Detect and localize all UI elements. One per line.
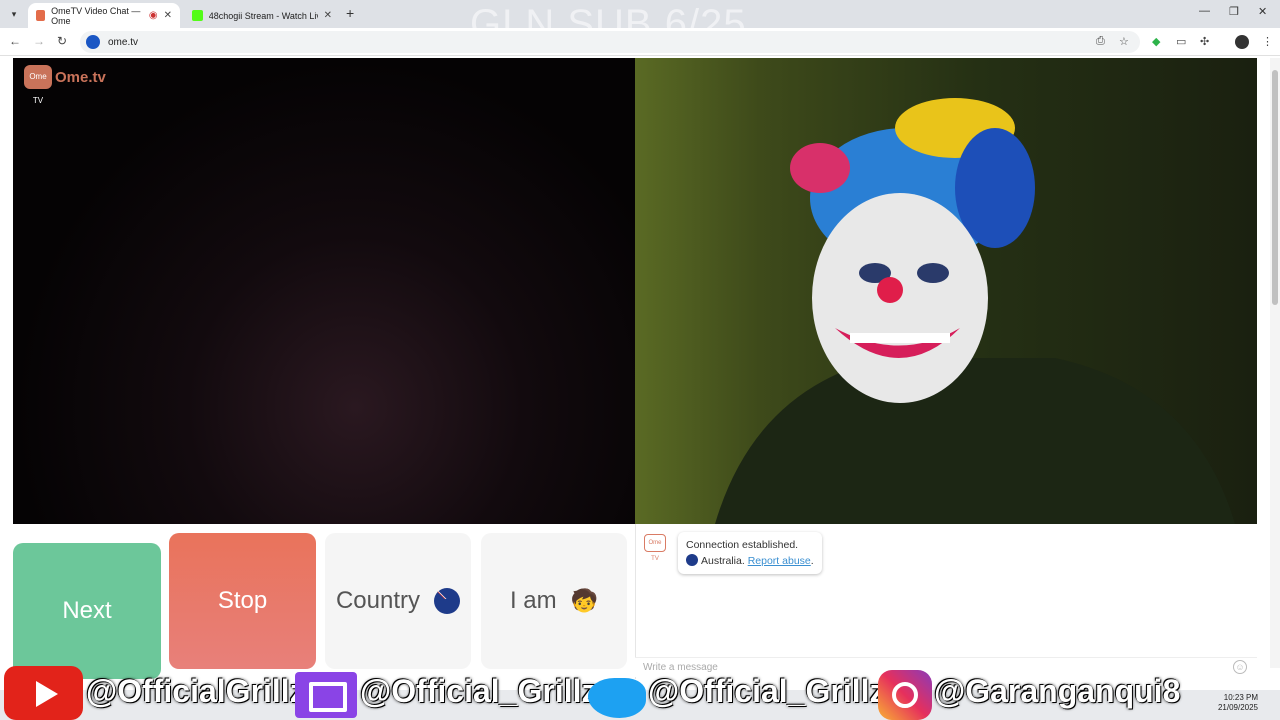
forward-icon[interactable]: →	[33, 34, 45, 48]
emoji-icon[interactable]: ☺	[1233, 660, 1247, 674]
minimize-icon[interactable]: —	[1199, 5, 1210, 17]
ometv-favicon-icon	[36, 10, 46, 21]
report-abuse-link[interactable]: Report abuse	[748, 555, 811, 567]
url-text: ome.tv	[108, 36, 139, 48]
australia-flag-icon	[434, 588, 461, 614]
report-suffix: .	[810, 555, 814, 567]
next-label: Next	[62, 597, 112, 624]
boy-face-icon: 🧒	[570, 588, 599, 613]
close-tab-icon[interactable]: ✕	[164, 10, 172, 21]
kick-favicon-icon	[192, 10, 203, 21]
tab-title: OmeTV Video Chat — Ome	[51, 5, 141, 26]
country-button[interactable]: Country	[325, 533, 471, 669]
gender-button[interactable]: I am 🧒	[481, 533, 627, 669]
partner-country-line: Australia. Report abuse.	[686, 553, 814, 569]
clock-date: 21/09/2025	[1217, 703, 1258, 712]
tab-kick-stream[interactable]: 48chogii Stream - Watch Live o ✕	[184, 3, 340, 28]
remote-video	[635, 58, 1257, 524]
address-bar: ← → ↻ ome.tv ⎙ ☆ ◆ ▭ ✣ ⋮	[0, 28, 1280, 56]
bookmark-star-icon[interactable]: ☆	[1119, 35, 1129, 48]
connection-status: Connection established.	[686, 539, 799, 551]
stop-button[interactable]: Stop	[169, 533, 316, 669]
restore-icon[interactable]: ❐	[1229, 5, 1239, 18]
install-app-icon[interactable]: ⎙	[1096, 35, 1105, 48]
system-message: Connection established. Australia. Repor…	[678, 532, 822, 574]
instagram-icon	[878, 670, 932, 720]
remote-video-frame	[715, 98, 1235, 524]
new-tab-button[interactable]: +	[346, 5, 354, 21]
site-info-icon[interactable]	[86, 35, 100, 49]
local-video	[13, 58, 635, 524]
tab-title: 48chogii Stream - Watch Live o	[208, 10, 318, 21]
reload-icon[interactable]: ↻	[57, 34, 67, 48]
chat-panel: Ome TV Connection established. Australia…	[635, 524, 1257, 679]
close-tab-icon[interactable]: ✕	[324, 10, 332, 21]
logo-text: Ome.tv	[55, 68, 106, 86]
logo-badge: Ome TV	[24, 65, 52, 105]
twitch-handle: @Official_Grillz	[360, 673, 598, 709]
menu-kebab-icon[interactable]: ⋮	[1262, 35, 1273, 48]
tab-search-icon[interactable]: ▾	[6, 6, 22, 22]
twitch-icon	[295, 672, 357, 718]
stop-label: Stop	[217, 587, 268, 614]
profile-avatar[interactable]	[1235, 35, 1249, 49]
url-input[interactable]: ome.tv	[80, 31, 1140, 53]
twitter-handle: @Official_Grillz	[648, 673, 886, 709]
australia-flag-icon	[686, 554, 698, 566]
instagram-handle: @Garanganqui8	[934, 673, 1181, 709]
iam-label: I am	[509, 587, 557, 614]
system-avatar: Ome TV	[644, 534, 666, 562]
system-clock[interactable]: 10:23 PM 21/09/2025	[1218, 693, 1258, 713]
ometv-logo[interactable]: Ome TV Ome.tv	[24, 65, 106, 105]
shield-extension-icon[interactable]: ◆	[1152, 35, 1160, 48]
close-window-icon[interactable]: ✕	[1258, 5, 1267, 18]
recording-icon: ◉	[148, 10, 158, 21]
partner-country: Australia.	[701, 555, 745, 567]
clock-time: 10:23 PM	[1223, 693, 1258, 702]
extension-icon[interactable]: ▭	[1176, 35, 1186, 48]
next-button[interactable]: Next	[13, 543, 161, 679]
back-icon[interactable]: ←	[9, 34, 21, 48]
scrollbar-thumb[interactable]	[1272, 70, 1278, 305]
youtube-handle: @OfficialGrillz	[86, 673, 306, 709]
puzzle-extensions-icon[interactable]: ✣	[1200, 35, 1209, 48]
youtube-icon	[4, 666, 83, 720]
tab-ometv[interactable]: OmeTV Video Chat — Ome ◉ ✕	[28, 3, 180, 28]
page-scrollbar[interactable]	[1270, 58, 1280, 668]
country-label: Country	[335, 587, 421, 614]
